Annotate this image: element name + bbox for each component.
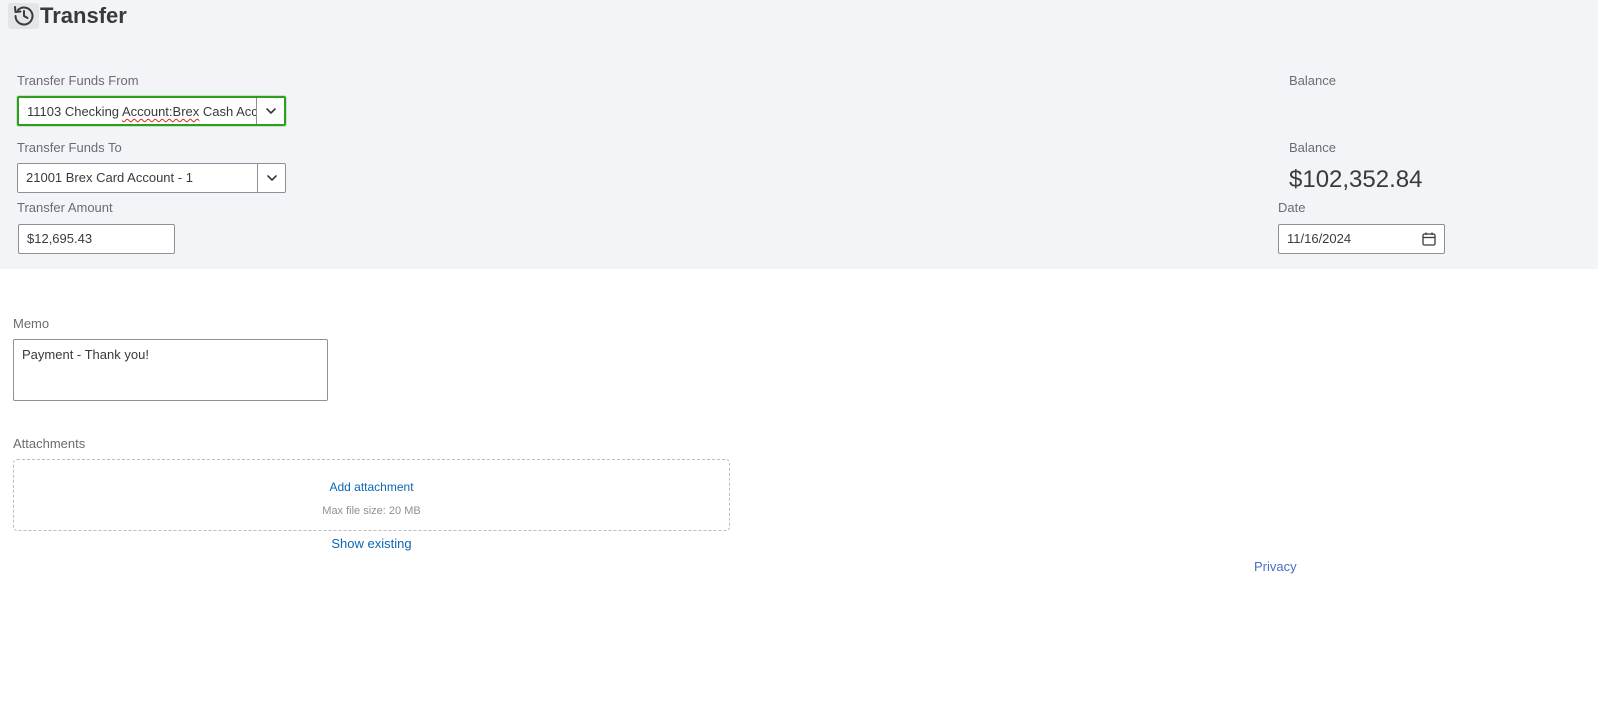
transfer-to-label: Transfer Funds To — [17, 140, 122, 155]
attachments-label: Attachments — [13, 436, 86, 451]
max-file-size-note: Max file size: 20 MB — [322, 505, 421, 517]
date-input[interactable]: 11/16/2024 — [1279, 225, 1414, 253]
transfer-to-balance-label: Balance — [1289, 140, 1336, 155]
memo-textarea[interactable]: Payment - Thank you! — [13, 339, 328, 401]
attachment-dropzone[interactable]: Add attachment Max file size: 20 MB — [13, 459, 730, 531]
transfer-to-balance-value: $102,352.84 — [1289, 166, 1423, 193]
privacy-link[interactable]: Privacy — [1254, 559, 1297, 574]
transfer-from-balance-label: Balance — [1289, 73, 1336, 88]
transfer-header-panel: Transfer Transfer Funds From 11103 Check… — [0, 0, 1598, 269]
transfer-amount-input[interactable]: $12,695.43 — [18, 224, 175, 254]
transfer-from-value-suffix: Cash Acc — [199, 104, 256, 119]
spellcheck-flagged-text: Account:Brex — [121, 104, 200, 119]
transfer-to-dropdown-button[interactable] — [257, 164, 285, 192]
transfer-from-select[interactable]: 11103 Checking Account:Brex Cash Acc — [17, 96, 286, 126]
page-title: Transfer — [40, 3, 127, 28]
transfer-amount-label: Transfer Amount — [17, 200, 113, 215]
add-attachment-link[interactable]: Add attachment — [329, 480, 413, 494]
transfer-from-label: Transfer Funds From — [17, 73, 139, 88]
memo-label: Memo — [13, 316, 50, 331]
date-picker-button[interactable] — [1414, 225, 1444, 253]
chevron-down-icon — [266, 175, 277, 181]
transfer-to-value[interactable]: 21001 Brex Card Account - 1 — [18, 164, 257, 192]
history-clock-icon — [13, 6, 33, 26]
chevron-down-icon — [265, 108, 276, 114]
date-picker[interactable]: 11/16/2024 — [1278, 224, 1445, 254]
transfer-from-value[interactable]: 11103 Checking Account:Brex Cash Acc — [19, 98, 256, 124]
date-label: Date — [1278, 200, 1306, 215]
show-existing-link[interactable]: Show existing — [331, 536, 411, 551]
transfer-from-value-prefix: 11103 Checking — [27, 104, 122, 119]
transfer-to-select[interactable]: 21001 Brex Card Account - 1 — [17, 163, 286, 193]
recent-transactions-button[interactable] — [8, 3, 39, 29]
transfer-from-dropdown-button[interactable] — [256, 98, 284, 124]
calendar-icon — [1422, 232, 1436, 246]
